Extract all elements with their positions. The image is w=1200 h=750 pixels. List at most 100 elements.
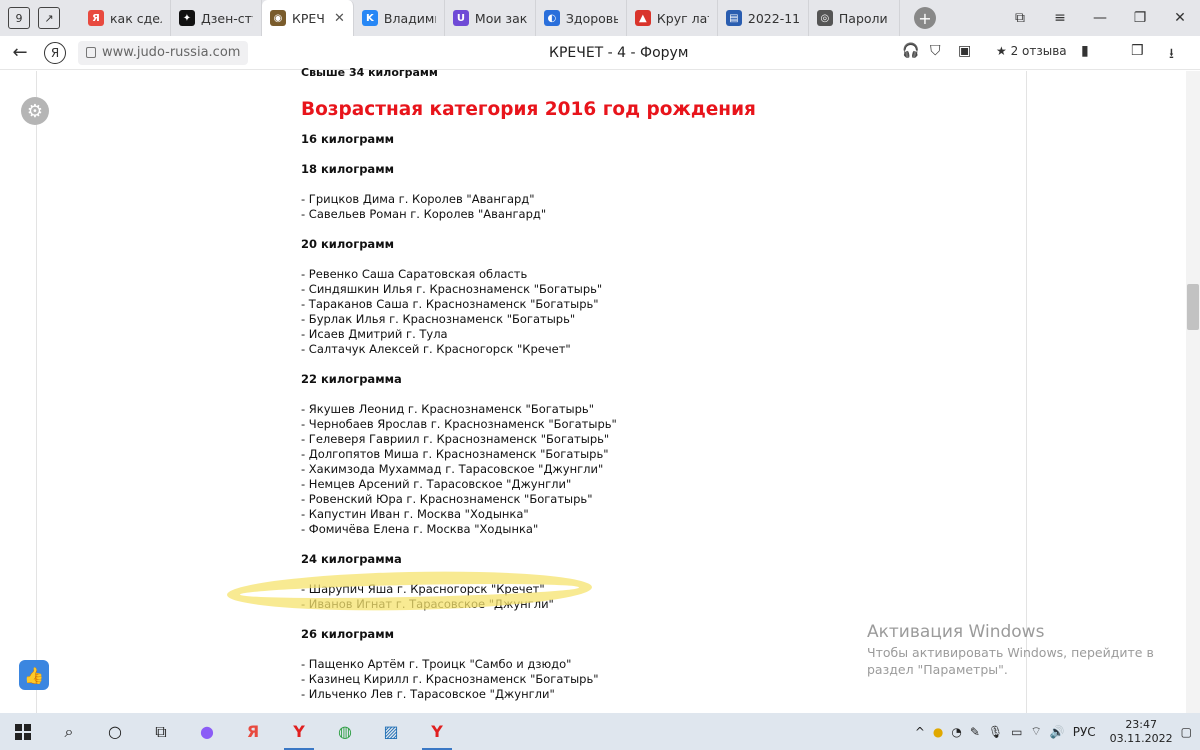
window-controls: ⧉ ≡ — ❐ ✕ — [1000, 0, 1200, 36]
participant-entry: - Исаев Дмитрий г. Тула — [301, 327, 448, 341]
browser-tab-bar: 9 ↗ Якак сдела ✦ Дзен-сту ◉ КРЕЧЕТ ✕ K Владими U… — [0, 0, 1200, 36]
tab-5[interactable]: U Мои зака — [445, 0, 536, 36]
notifications-icon[interactable]: ▢ — [1181, 725, 1192, 739]
page-title: КРЕЧЕТ - 4 - Форум — [549, 45, 689, 61]
close-window-button[interactable]: ✕ — [1160, 10, 1200, 26]
weight-class-label: 20 килограмм — [301, 237, 394, 251]
tab-counter-button[interactable]: 9 — [8, 7, 30, 29]
participant-entry: - Ровенский Юра г. Краснознаменск "Богат… — [301, 492, 593, 506]
lock-icon[interactable] — [86, 47, 96, 58]
minimize-button[interactable]: — — [1080, 10, 1120, 26]
alice-icon[interactable]: ● — [184, 713, 230, 750]
battery-icon[interactable]: ▭ — [1011, 725, 1022, 739]
age-category-heading: Возрастная категория 2016 год рождения — [301, 99, 756, 120]
task-view-icon[interactable]: ⧉ — [138, 713, 184, 750]
bookmark-icon[interactable]: ▮ — [1081, 43, 1089, 59]
clock-date: 03.11.2022 — [1109, 731, 1173, 745]
yandex-browser-taskbar-icon[interactable]: Y — [276, 713, 322, 750]
photos-icon[interactable]: ▨ — [368, 713, 414, 750]
protect-icon[interactable]: ⛉ — [930, 43, 941, 59]
clock[interactable]: 23:47 03.11.2022 — [1110, 718, 1173, 746]
zen-icon: ✦ — [179, 10, 195, 26]
tab-6[interactable]: ◐ Здоровь — [536, 0, 627, 36]
downloads-icon[interactable]: ⭳ — [1169, 43, 1174, 67]
participant-entry: - Пащенко Артём г. Троицк "Самбо и дзюдо… — [301, 657, 572, 671]
new-window-icon[interactable]: ↗ — [38, 7, 60, 29]
url-field[interactable]: www.judo-russia.com — [78, 40, 249, 65]
network-icon[interactable]: ⌔ — [1031, 724, 1042, 739]
tab-title: как сдела — [110, 10, 162, 26]
url-text: www.judo-russia.com — [102, 45, 241, 60]
search-icon[interactable]: ⌕ — [46, 713, 92, 750]
weight-groups: 16 килограмм 18 килограмм - Грицков Дима г… — [301, 132, 861, 713]
vertical-scrollbar[interactable] — [1186, 71, 1200, 713]
collections-icon[interactable]: ❒ — [1131, 43, 1144, 59]
participant-entry: - Синдяшкин Илья г. Краснознаменск "Бога… — [301, 282, 603, 296]
restore-button[interactable]: ❐ — [1120, 10, 1160, 26]
participant-entry: - Капустин Иван г. Москва "Ходынка" — [301, 507, 529, 521]
yandex-browser-2-icon[interactable]: Y — [414, 713, 460, 750]
participant-entry: - Тараканов Саша г. Краснознаменск "Бога… — [301, 297, 599, 311]
participant-entry: - Долгопятов Миша г. Краснознаменск "Бог… — [301, 447, 609, 461]
yandex-button[interactable]: Я — [44, 41, 66, 64]
health-icon: ◐ — [543, 10, 560, 26]
participant-entry: - Чернобаев Ярослав г. Краснознаменск "Б… — [301, 417, 617, 431]
watermark-line-1: Чтобы активировать Windows, перейдите в — [867, 645, 1154, 660]
gear-icon[interactable]: ⚙ — [21, 97, 49, 125]
tabs-menu-icon[interactable]: ⧉ — [1000, 10, 1040, 26]
tab-9[interactable]: ◎ Пароли — [809, 0, 900, 36]
star-icon: ★ — [996, 44, 1007, 58]
content-divider — [1026, 71, 1027, 713]
close-tab-icon[interactable]: ✕ — [334, 11, 345, 26]
participant-entry: - Салтачук Алексей г. Красногорск "Крече… — [301, 342, 571, 356]
reviews-button[interactable]: ★ 2 отзыва — [996, 44, 1067, 58]
participant-entry: - Ильченко Лев г. Тарасовское "Джунгли" — [301, 687, 555, 701]
tab-3[interactable]: ◉ КРЕЧЕТ ✕ — [262, 0, 354, 36]
yandex-app-icon[interactable]: Я — [230, 713, 276, 750]
meet-now-icon[interactable]: ◔ — [951, 725, 961, 739]
cortana-icon[interactable]: ○ — [92, 713, 138, 750]
new-tab-button[interactable]: + — [913, 7, 936, 29]
document-icon: ▤ — [725, 10, 742, 26]
passwords-icon: ◎ — [816, 10, 833, 26]
thumbs-up-icon[interactable]: 👍 — [19, 660, 49, 690]
tab-7[interactable]: ▲ Круг лату — [627, 0, 718, 36]
tab-8[interactable]: ▤ 2022-11- — [718, 0, 809, 36]
tab-title: 2022-11- — [747, 10, 800, 26]
tabs-strip: Якак сдела ✦ Дзен-сту ◉ КРЕЧЕТ ✕ K Владими U Мои … — [80, 0, 900, 36]
participant-entry: - Немцев Арсений г. Тарасовское "Джунгли… — [301, 477, 572, 491]
chevron-up-icon[interactable]: ^ — [915, 725, 925, 739]
color-app-icon[interactable]: ◍ — [322, 713, 368, 750]
extensions-icon[interactable]: ▣ — [958, 43, 971, 59]
yandex-disk-icon[interactable]: ● — [933, 725, 943, 739]
scrollbar-thumb[interactable] — [1187, 284, 1199, 330]
tab-2[interactable]: ✦ Дзен-сту — [171, 0, 262, 36]
pen-icon[interactable]: ✎ — [970, 725, 980, 739]
sidebar-divider — [36, 71, 37, 713]
tab-1[interactable]: Якак сдела — [80, 0, 171, 36]
forum-post-content: Свыше 34 килограмм Возрастная категория … — [301, 66, 861, 713]
orders-icon: U — [452, 10, 469, 26]
tab-title: Дзен-сту — [201, 10, 253, 26]
bookmark-menu-icon[interactable]: ≡ — [1040, 10, 1080, 26]
windows-logo-icon — [15, 723, 31, 740]
participant-entry: - Бурлак Илья г. Краснознаменск "Богатыр… — [301, 312, 576, 326]
weight-class-label: 24 килограмма — [301, 552, 402, 566]
tab-title: Здоровь — [565, 10, 618, 26]
volume-icon[interactable]: 🔊 — [1050, 725, 1065, 739]
participant-entry: - Казинец Кирилл г. Краснознаменск "Бога… — [301, 672, 599, 686]
tab-4[interactable]: K Владими — [354, 0, 445, 36]
tab-title: КРЕЧЕТ — [292, 10, 326, 26]
start-button[interactable] — [0, 723, 46, 740]
participant-entry: - Фомичёва Елена г. Москва "Ходынка" — [301, 522, 539, 536]
back-icon[interactable]: ← — [6, 42, 34, 63]
weight-class-label: 22 килограмма — [301, 372, 402, 386]
tab-title: Владими — [383, 10, 436, 26]
language-indicator[interactable]: РУС — [1073, 725, 1096, 739]
microphone-icon[interactable]: 🎙 — [988, 725, 1003, 739]
headphones-icon[interactable]: 🎧 — [902, 43, 919, 59]
